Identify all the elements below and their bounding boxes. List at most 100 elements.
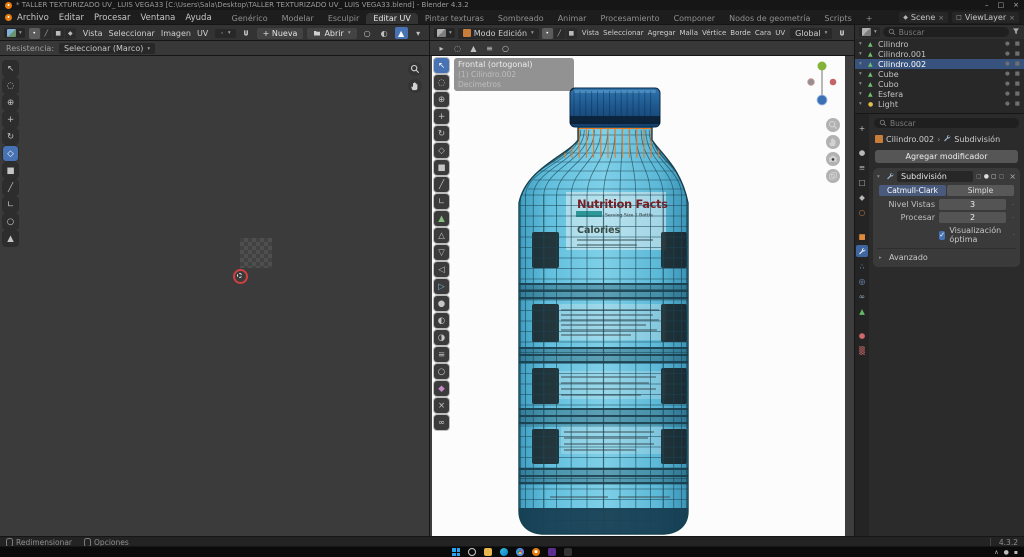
object-name[interactable]: Cube (878, 70, 899, 79)
viewlayer-selector[interactable]: □ ViewLayer × (952, 12, 1019, 23)
face-select-button[interactable]: ■ (565, 27, 577, 39)
animate-dot-icon[interactable]: · (1010, 201, 1016, 209)
uv-menu-uv[interactable]: UV (194, 28, 211, 39)
tool-button-9[interactable]: ▲ (434, 211, 449, 226)
outliner-row-cube[interactable]: ▾ ▲ Cube ● ■ (855, 69, 1024, 79)
tool-button-21[interactable]: ∞ (434, 415, 449, 430)
taskbar-app-icon[interactable] (548, 548, 556, 556)
expand-icon[interactable]: ▾ (859, 81, 865, 87)
tool-button-8[interactable]: ∟ (434, 194, 449, 209)
tool-button-1[interactable]: ◌ (434, 75, 449, 90)
uv-menu-vista[interactable]: Vista (80, 28, 106, 39)
active-tool-dropdown[interactable]: Seleccionar (Marco) ▾ (59, 43, 156, 54)
outliner-row-cilindro[interactable]: ▾ ▲ Cilindro ● ■ (855, 39, 1024, 49)
tool-button-8[interactable]: ∟ (3, 197, 18, 212)
windows-start-icon[interactable] (452, 548, 460, 556)
expand-icon[interactable]: ▾ (859, 41, 865, 47)
object-name[interactable]: Esfera (878, 90, 903, 99)
tray-volume-icon[interactable]: ▪ (1014, 549, 1018, 556)
vp-menu-seleccionar[interactable]: Seleccionar (601, 28, 646, 38)
vp-editor-type-button[interactable]: ▾ (434, 28, 455, 38)
tool-button-10[interactable]: △ (434, 228, 449, 243)
workspace-tab-procesamiento[interactable]: Procesamiento (593, 13, 666, 25)
catmull-clark-button[interactable]: Catmull-Clark (879, 185, 946, 196)
tool-button-17[interactable]: ≡ (434, 347, 449, 362)
breadcrumb-modifier[interactable]: Subdivisión (954, 135, 1000, 144)
workspace-tab-animar[interactable]: Animar (551, 13, 594, 25)
scene-selector[interactable]: ◆ Scene × (899, 12, 949, 23)
outliner-row-cilindro.001[interactable]: ▾ ▲ Cilindro.001 ● ■ (855, 49, 1024, 59)
hide-eye-icon[interactable]: ● (1005, 41, 1010, 47)
particles-properties-tab[interactable]: ∴ (856, 260, 868, 272)
expand-icon[interactable]: ▾ (859, 71, 865, 77)
expand-icon[interactable]: ▾ (859, 101, 865, 107)
object-name[interactable]: Light (878, 100, 898, 109)
vp-menu-uv[interactable]: UV (773, 28, 787, 38)
material-properties-tab[interactable]: ● (856, 329, 868, 341)
tool-button-2[interactable]: ⊕ (434, 92, 449, 107)
disable-render-icon[interactable]: ■ (1015, 61, 1020, 67)
workspace-tab-esculpir[interactable]: Esculpir (321, 13, 367, 25)
tool-button-19[interactable]: ◆ (434, 381, 449, 396)
vp-pan-hand-icon[interactable] (826, 135, 840, 149)
animate-dot-icon[interactable]: · (1010, 214, 1016, 222)
disable-render-icon[interactable]: ■ (1015, 41, 1020, 47)
outliner-search-field[interactable]: Buscar (882, 27, 1009, 37)
maximize-button[interactable]: □ (998, 1, 1005, 9)
taskbar-edge-icon[interactable] (500, 548, 508, 556)
taskbar-browser-icon[interactable] (516, 548, 524, 556)
tool-button-1[interactable]: ◌ (3, 78, 18, 93)
uv-menu-imagen[interactable]: Imagen (158, 28, 194, 39)
open-image-button[interactable]: Abrir ▾ (307, 27, 357, 39)
scene-unlink-icon[interactable]: × (938, 14, 944, 22)
outliner-row-esfera[interactable]: ▾ ▲ Esfera ● ■ (855, 89, 1024, 99)
tool-button-16[interactable]: ◑ (434, 330, 449, 345)
outliner-type-button[interactable]: ▾ (859, 27, 880, 37)
vp-setting-icon-4[interactable]: ≡ (483, 43, 496, 55)
advanced-section-toggle[interactable]: ▸ Avanzado (873, 251, 1020, 264)
tool-button-12[interactable]: ◁ (434, 262, 449, 277)
physics-properties-tab[interactable]: ◎ (856, 275, 868, 287)
object-properties-tab[interactable]: ■ (856, 230, 868, 242)
animate-dot-icon[interactable]: · (1012, 231, 1016, 239)
disable-render-icon[interactable]: ■ (1015, 71, 1020, 77)
disable-render-icon[interactable]: ■ (1015, 51, 1020, 57)
uv-editor-type-button[interactable]: ▾ (4, 28, 25, 38)
tool-button-3[interactable]: + (3, 112, 18, 127)
workspace-tab-componer[interactable]: Componer (667, 13, 723, 25)
levels-render-field[interactable]: 2 (939, 212, 1006, 223)
tray-chevron-icon[interactable]: ∧ (994, 549, 998, 556)
menubar-menu-archivo[interactable]: Archivo (12, 12, 54, 24)
tool-button-4[interactable]: ↻ (434, 126, 449, 141)
vp-menu-borde[interactable]: Borde (728, 28, 753, 38)
close-button[interactable]: × (1013, 1, 1019, 9)
object-name[interactable]: Cilindro.001 (878, 50, 926, 59)
workspace-tab-editar-uv[interactable]: Editar UV (366, 13, 418, 25)
taskbar-blender-icon[interactable] (532, 548, 540, 556)
data-properties-tab[interactable]: ▲ (856, 305, 868, 317)
uv-face-mode-button[interactable]: ■ (52, 27, 64, 39)
modifier-display-toggles[interactable]: ▢ ● ▢ ▢ (976, 173, 1004, 180)
tool-button-3[interactable]: + (434, 109, 449, 124)
hide-eye-icon[interactable]: ● (1005, 71, 1010, 77)
outliner-row-cilindro.002[interactable]: ▾ ▲ Cilindro.002 ● ■ (855, 59, 1024, 69)
menubar-menu-procesar[interactable]: Procesar (89, 12, 136, 24)
output-properties-tab[interactable]: ≡ (856, 161, 868, 173)
world-properties-tab[interactable]: ○ (856, 206, 868, 218)
modifier-close-icon[interactable]: × (1009, 172, 1016, 181)
disable-render-icon[interactable]: ■ (1015, 81, 1020, 87)
workspace-tab-nodos-de-geometría[interactable]: Nodos de geometría (722, 13, 817, 25)
object-name[interactable]: Cilindro (878, 40, 908, 49)
tool-button-10[interactable]: ▲ (3, 231, 18, 246)
vp-menu-vista[interactable]: Vista (580, 28, 601, 38)
new-image-button[interactable]: + Nueva (256, 27, 304, 39)
uv-vertex-mode-button[interactable]: • (28, 27, 40, 39)
vp-menu-vértice[interactable]: Vértice (700, 28, 728, 38)
workspace-tab-genérico[interactable]: Genérico (225, 13, 275, 25)
taskbar-terminal-icon[interactable] (564, 548, 572, 556)
scene-properties-tab[interactable]: ◆ (856, 191, 868, 203)
outliner-row-light[interactable]: ▾ ● Light ● ■ (855, 99, 1024, 109)
vp-camera-view-icon[interactable] (826, 152, 840, 166)
tool-button-15[interactable]: ◐ (434, 313, 449, 328)
outliner-filter-icon[interactable] (1012, 27, 1020, 37)
